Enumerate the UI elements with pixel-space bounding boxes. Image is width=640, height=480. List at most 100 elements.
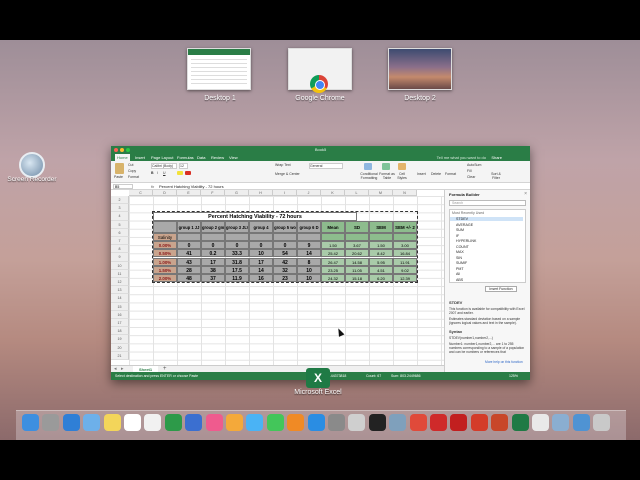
calendar-icon[interactable] <box>124 414 141 431</box>
toolbox-icon[interactable] <box>470 414 488 431</box>
safari-icon[interactable] <box>62 414 80 431</box>
help-icon[interactable] <box>348 414 366 431</box>
sort-filter-button[interactable]: Sort & Filter <box>489 172 503 180</box>
excel-icon[interactable] <box>511 414 529 431</box>
formula-bar[interactable]: Percent Hatching Viability - 72 hours <box>159 184 224 189</box>
tab-insert[interactable]: Insert <box>135 155 145 160</box>
share-button[interactable]: Share <box>491 155 502 160</box>
copy-button[interactable]: Copy <box>128 169 136 173</box>
row-header[interactable]: 16 <box>111 310 129 319</box>
column-header[interactable]: H <box>249 190 273 196</box>
function-list-item[interactable]: SUM <box>452 228 464 232</box>
cell-styles-icon[interactable] <box>398 163 406 170</box>
function-list-item[interactable]: IF <box>452 234 459 238</box>
row-header[interactable]: 12 <box>111 278 129 287</box>
row-header[interactable]: 13 <box>111 286 129 295</box>
notes-icon[interactable] <box>103 414 121 431</box>
row-header[interactable]: 18 <box>111 327 129 336</box>
paste-icon[interactable] <box>115 163 124 174</box>
tab-view[interactable]: View <box>229 155 238 160</box>
filezilla-icon[interactable] <box>450 414 468 431</box>
row-header[interactable]: 7 <box>111 237 129 246</box>
mail-icon[interactable] <box>83 414 101 431</box>
row-header[interactable]: 5 <box>111 220 129 229</box>
microsoft-excel-icon[interactable]: X <box>306 368 330 388</box>
merge-center-button[interactable]: Merge & Center <box>275 172 300 176</box>
italic-button[interactable]: I <box>157 171 158 175</box>
column-header[interactable]: F <box>201 190 225 196</box>
acrobat-icon[interactable] <box>430 414 447 431</box>
function-list-item[interactable]: All <box>452 272 460 276</box>
row-header[interactable]: 20 <box>111 343 129 352</box>
numbers-icon[interactable] <box>164 414 182 431</box>
launchpad-icon[interactable] <box>42 414 60 431</box>
row-header[interactable]: 19 <box>111 335 129 344</box>
function-list-item[interactable]: COUNT <box>452 245 469 249</box>
tab-review[interactable]: Review <box>211 155 224 160</box>
format-cells-button[interactable]: Format <box>445 172 456 176</box>
number-format-select[interactable]: General <box>309 163 343 169</box>
clear-button[interactable]: Clear <box>467 175 475 179</box>
function-list-item[interactable]: AVERAGE <box>452 223 473 227</box>
finder-icon[interactable] <box>22 414 39 431</box>
column-header[interactable]: J <box>297 190 321 196</box>
itunes-icon[interactable] <box>205 414 223 431</box>
row-header[interactable]: 11 <box>111 269 129 278</box>
messages-icon[interactable] <box>246 414 264 431</box>
column-header[interactable]: I <box>273 190 297 196</box>
row-header[interactable]: 15 <box>111 302 129 311</box>
column-header[interactable]: K <box>321 190 345 196</box>
fx-icon[interactable]: fx <box>151 184 154 189</box>
autosum-button[interactable]: AutoSum <box>467 163 481 167</box>
font-color-icon[interactable] <box>185 171 191 175</box>
tab-page-layout[interactable]: Page Layout <box>151 155 173 160</box>
app-store-icon[interactable] <box>307 414 325 431</box>
row-header[interactable]: 6 <box>111 228 129 237</box>
screen-recorder-icon[interactable] <box>389 414 407 431</box>
column-header[interactable]: G <box>225 190 249 196</box>
row-header[interactable]: 2 <box>111 196 129 205</box>
space-desktop-2-thumbnail[interactable] <box>388 48 452 90</box>
wrap-text-button[interactable]: Wrap Text <box>275 163 291 167</box>
delete-cells-button[interactable]: Delete <box>431 172 441 176</box>
excel-window[interactable]: Book5 Home Insert Page Layout Formulas D… <box>111 146 530 380</box>
row-header[interactable]: 4 <box>111 212 129 221</box>
screen-recorder-icon[interactable] <box>19 152 45 178</box>
function-list-item[interactable]: SIN <box>452 256 462 260</box>
function-list-item[interactable]: PMT <box>452 267 464 271</box>
system-preferences-icon[interactable] <box>328 414 345 431</box>
fill-color-icon[interactable] <box>177 171 183 175</box>
photos-icon[interactable] <box>226 414 243 431</box>
function-list-item[interactable]: STDEV <box>450 217 523 221</box>
function-search-input[interactable]: Search <box>449 200 526 206</box>
function-list-item[interactable]: MAX <box>452 250 464 254</box>
chrome-icon[interactable] <box>409 414 427 431</box>
column-header[interactable]: N <box>393 190 417 196</box>
column-header[interactable]: L <box>345 190 369 196</box>
underline-button[interactable]: U <box>163 171 166 175</box>
function-list-item[interactable]: ABS <box>452 278 463 282</box>
insert-cells-button[interactable]: Insert <box>417 172 426 176</box>
function-list-item[interactable]: HYPERLINK <box>452 239 476 243</box>
row-header[interactable]: 9 <box>111 253 129 262</box>
font-size-select[interactable]: 12 <box>179 163 188 169</box>
tell-me-search[interactable]: Tell me what you want to do <box>437 155 486 160</box>
bold-button[interactable]: B <box>151 171 154 175</box>
font-name-select[interactable]: Calibri (Body) <box>151 163 177 169</box>
row-header[interactable]: 17 <box>111 319 129 328</box>
format-painter-button[interactable]: Format <box>128 175 139 179</box>
facetime-icon[interactable] <box>266 414 284 431</box>
column-header[interactable]: M <box>369 190 393 196</box>
row-header[interactable]: 8 <box>111 245 129 254</box>
conditional-formatting-icon[interactable] <box>364 163 372 170</box>
reminders-icon[interactable] <box>144 414 162 431</box>
insert-function-button[interactable]: Insert Function <box>485 286 517 292</box>
column-header[interactable]: D <box>153 190 177 196</box>
downloads-icon[interactable] <box>572 414 590 431</box>
column-header[interactable]: C <box>129 190 153 196</box>
zoom-level[interactable]: 125% <box>509 372 518 380</box>
more-help-link[interactable]: More help on this function <box>485 360 527 364</box>
folder-icon[interactable] <box>552 414 570 431</box>
row-header[interactable]: 14 <box>111 294 129 303</box>
close-icon[interactable]: × <box>524 191 527 197</box>
